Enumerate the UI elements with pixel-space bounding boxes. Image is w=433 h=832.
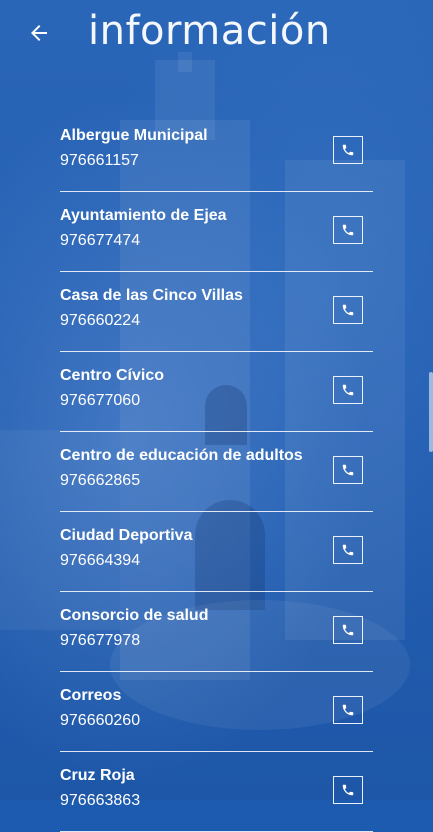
contact-name: Centro de educación de adultos xyxy=(60,447,303,464)
contact-phone[interactable]: 976664394 xyxy=(60,552,140,570)
phone-icon xyxy=(342,544,354,556)
call-button[interactable] xyxy=(333,536,363,564)
list-item: Consorcio de salud 976677978 xyxy=(60,592,373,672)
contact-phone[interactable]: 976662865 xyxy=(60,472,140,490)
contact-phone[interactable]: 976663863 xyxy=(60,792,140,810)
back-button[interactable] xyxy=(24,18,54,48)
call-button[interactable] xyxy=(333,136,363,164)
contact-phone[interactable]: 976677060 xyxy=(60,392,140,410)
list-item: Albergue Municipal 976661157 xyxy=(60,112,373,192)
contact-list: Albergue Municipal 976661157 Ayuntamient… xyxy=(60,112,373,832)
list-item: Ciudad Deportiva 976664394 xyxy=(60,512,373,592)
contact-name: Casa de las Cinco Villas xyxy=(60,287,243,304)
contact-name: Ayuntamiento de Ejea xyxy=(60,207,227,224)
arrow-left-icon xyxy=(31,25,47,41)
list-item: Correos 976660260 xyxy=(60,672,373,752)
phone-icon xyxy=(342,304,354,316)
phone-icon xyxy=(342,224,354,236)
contact-name: Consorcio de salud xyxy=(60,607,209,624)
list-item: Ayuntamiento de Ejea 976677474 xyxy=(60,192,373,272)
contact-phone[interactable]: 976660260 xyxy=(60,712,140,730)
call-button[interactable] xyxy=(333,456,363,484)
page-title: información xyxy=(88,8,331,54)
contact-name: Cruz Roja xyxy=(60,767,135,784)
list-item: Cruz Roja 976663863 xyxy=(60,752,373,832)
phone-icon xyxy=(342,624,354,636)
phone-icon xyxy=(342,784,354,796)
contact-phone[interactable]: 976660224 xyxy=(60,312,140,330)
call-button[interactable] xyxy=(333,696,363,724)
list-item: Centro de educación de adultos 976662865 xyxy=(60,432,373,512)
call-button[interactable] xyxy=(333,296,363,324)
contact-name: Ciudad Deportiva xyxy=(60,527,193,544)
contact-phone[interactable]: 976661157 xyxy=(60,152,139,170)
list-item: Casa de las Cinco Villas 976660224 xyxy=(60,272,373,352)
app-header: información xyxy=(0,0,433,72)
scrollbar[interactable] xyxy=(429,372,433,452)
call-button[interactable] xyxy=(333,376,363,404)
list-item: Centro Cívico 976677060 xyxy=(60,352,373,432)
contact-name: Centro Cívico xyxy=(60,367,165,384)
call-button[interactable] xyxy=(333,216,363,244)
phone-icon xyxy=(342,384,354,396)
contact-phone[interactable]: 976677978 xyxy=(60,632,140,650)
phone-icon xyxy=(342,704,354,716)
phone-icon xyxy=(342,144,354,156)
contact-name: Correos xyxy=(60,687,122,704)
phone-icon xyxy=(342,464,354,476)
contact-phone[interactable]: 976677474 xyxy=(60,232,140,250)
contact-name: Albergue Municipal xyxy=(60,127,208,144)
call-button[interactable] xyxy=(333,616,363,644)
